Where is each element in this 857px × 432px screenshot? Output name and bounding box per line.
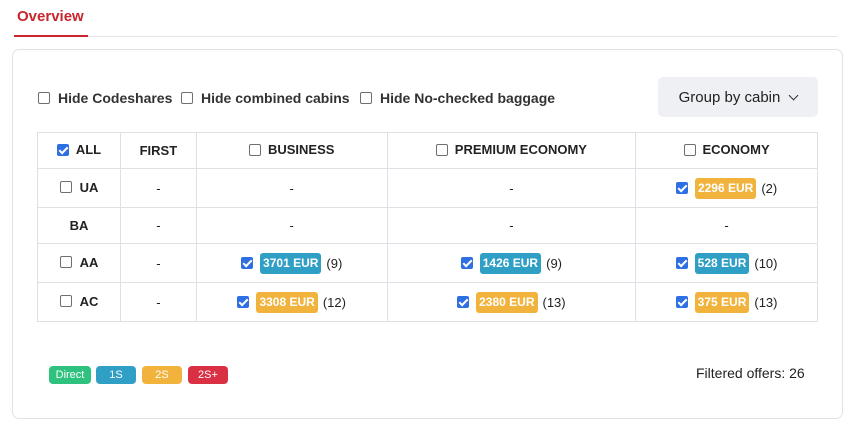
empty-value: - xyxy=(289,218,294,233)
header-first: FIRST xyxy=(119,132,197,169)
airline-ua-checkbox[interactable] xyxy=(59,181,72,194)
offer-checkbox[interactable] xyxy=(457,296,470,308)
table-header-row: ALL FIRST BUSINESS PREMIUM ECONOMY ECONO… xyxy=(37,132,818,169)
airline-label: UA xyxy=(79,179,99,195)
hide-codeshares-filter[interactable]: Hide Codeshares xyxy=(38,90,172,106)
hide-combined-cabins-label: Hide combined cabins xyxy=(201,90,350,106)
price-badge[interactable]: 3308 EUR xyxy=(256,291,318,313)
price-badge[interactable]: 528 EUR xyxy=(694,252,750,274)
airline-label: AC xyxy=(79,293,99,309)
economy-cell: 528 EUR (10) xyxy=(635,243,818,283)
group-by-label: Group by cabin xyxy=(678,88,781,106)
empty-value: - xyxy=(156,255,161,271)
business-cell: - xyxy=(195,207,388,244)
header-economy: ECONOMY xyxy=(635,132,818,169)
airline-cell: UA xyxy=(37,168,121,208)
header-business-label: BUSINESS xyxy=(267,142,335,158)
table-row: UA - - - 2296 EUR (2) xyxy=(37,168,818,208)
hide-combined-cabins-checkbox[interactable] xyxy=(181,92,193,104)
first-cell: - xyxy=(119,243,197,283)
business-cell: - xyxy=(195,168,388,208)
price-badge[interactable]: 1426 EUR xyxy=(479,252,542,274)
tab-overview[interactable]: Overview xyxy=(14,0,88,37)
price-badge[interactable]: 3701 EUR xyxy=(260,252,322,274)
filtered-offers-count: Filtered offers: 26 xyxy=(696,365,805,381)
tab-bar: Overview xyxy=(14,0,838,37)
price-badge[interactable]: 2296 EUR xyxy=(694,177,757,199)
header-first-label: FIRST xyxy=(139,143,178,158)
legend-direct-badge: Direct xyxy=(49,366,91,384)
empty-value: - xyxy=(724,218,729,233)
airline-ac-checkbox[interactable] xyxy=(59,295,72,308)
empty-value: - xyxy=(289,180,294,196)
offer-count: (13) xyxy=(542,294,566,310)
offer-count: (10) xyxy=(754,255,778,271)
table-row: BA - - - - xyxy=(37,207,818,244)
header-premium-economy-label: PREMIUM ECONOMY xyxy=(454,142,587,158)
offer-count: (12) xyxy=(322,294,346,310)
header-all-label: ALL xyxy=(75,142,102,158)
offer-count: (9) xyxy=(326,255,343,271)
empty-value: - xyxy=(156,218,161,233)
economy-cell: - xyxy=(635,207,818,244)
header-economy-label: ECONOMY xyxy=(702,142,770,158)
offer-checkbox[interactable] xyxy=(675,182,688,194)
empty-value: - xyxy=(509,180,514,196)
airline-aa-checkbox[interactable] xyxy=(59,256,72,269)
table-row: AA - 3701 EUR (9) 1426 EUR (9) 528 EUR (10) xyxy=(37,243,818,283)
airline-cell: BA xyxy=(37,207,121,244)
header-all: ALL xyxy=(37,132,121,169)
premium-economy-cell: - xyxy=(386,207,637,244)
premium-economy-checkbox[interactable] xyxy=(435,143,448,156)
hide-combined-cabins-filter[interactable]: Hide combined cabins xyxy=(181,90,350,106)
first-cell: - xyxy=(119,282,197,322)
hide-codeshares-checkbox[interactable] xyxy=(38,92,50,104)
offer-checkbox[interactable] xyxy=(237,296,250,308)
offer-count: (9) xyxy=(546,255,562,271)
legend-2s-plus-badge: 2S+ xyxy=(188,366,228,384)
offer-checkbox[interactable] xyxy=(241,257,254,269)
business-cell: 3701 EUR (9) xyxy=(195,243,388,283)
hide-no-checked-baggage-label: Hide No-checked baggage xyxy=(380,90,556,106)
offer-checkbox[interactable] xyxy=(675,296,688,308)
hide-no-checked-baggage-checkbox[interactable] xyxy=(360,92,372,104)
offer-count: (13) xyxy=(754,294,778,310)
business-cell: 3308 EUR (12) xyxy=(195,282,388,322)
chevron-down-icon xyxy=(788,90,799,100)
economy-checkbox[interactable] xyxy=(683,143,696,156)
legend-2s-badge: 2S xyxy=(142,366,182,384)
economy-cell: 2296 EUR (2) xyxy=(635,168,818,208)
empty-value: - xyxy=(156,180,161,196)
offer-checkbox[interactable] xyxy=(460,257,473,269)
table-row: AC - 3308 EUR (12) 2380 EUR (13) 375 EUR (1… xyxy=(37,282,818,322)
offer-count: (2) xyxy=(761,180,778,196)
legend-1s-badge: 1S xyxy=(96,366,136,384)
premium-economy-cell: - xyxy=(386,168,637,208)
first-cell: - xyxy=(119,207,197,244)
header-premium-economy: PREMIUM ECONOMY xyxy=(386,132,637,169)
premium-economy-cell: 1426 EUR (9) xyxy=(386,243,637,283)
group-by-cabin-button[interactable]: Group by cabin xyxy=(658,77,818,117)
airline-cell: AA xyxy=(37,243,121,283)
premium-economy-cell: 2380 EUR (13) xyxy=(386,282,637,322)
select-all-checkbox[interactable] xyxy=(56,143,69,156)
airline-cell: AC xyxy=(37,282,121,322)
empty-value: - xyxy=(156,294,161,310)
hide-codeshares-label: Hide Codeshares xyxy=(58,90,173,106)
first-cell: - xyxy=(119,168,197,208)
price-badge[interactable]: 375 EUR xyxy=(694,291,750,313)
header-business: BUSINESS xyxy=(195,132,388,169)
economy-cell: 375 EUR (13) xyxy=(635,282,818,322)
offer-checkbox[interactable] xyxy=(675,257,688,269)
empty-value: - xyxy=(509,218,514,233)
business-checkbox[interactable] xyxy=(248,143,261,156)
price-badge[interactable]: 2380 EUR xyxy=(476,291,538,313)
offers-table: ALL FIRST BUSINESS PREMIUM ECONOMY ECONO… xyxy=(37,132,818,322)
airline-label: AA xyxy=(79,254,99,270)
hide-no-checked-baggage-filter[interactable]: Hide No-checked baggage xyxy=(360,90,555,106)
airline-label: BA xyxy=(69,218,89,233)
